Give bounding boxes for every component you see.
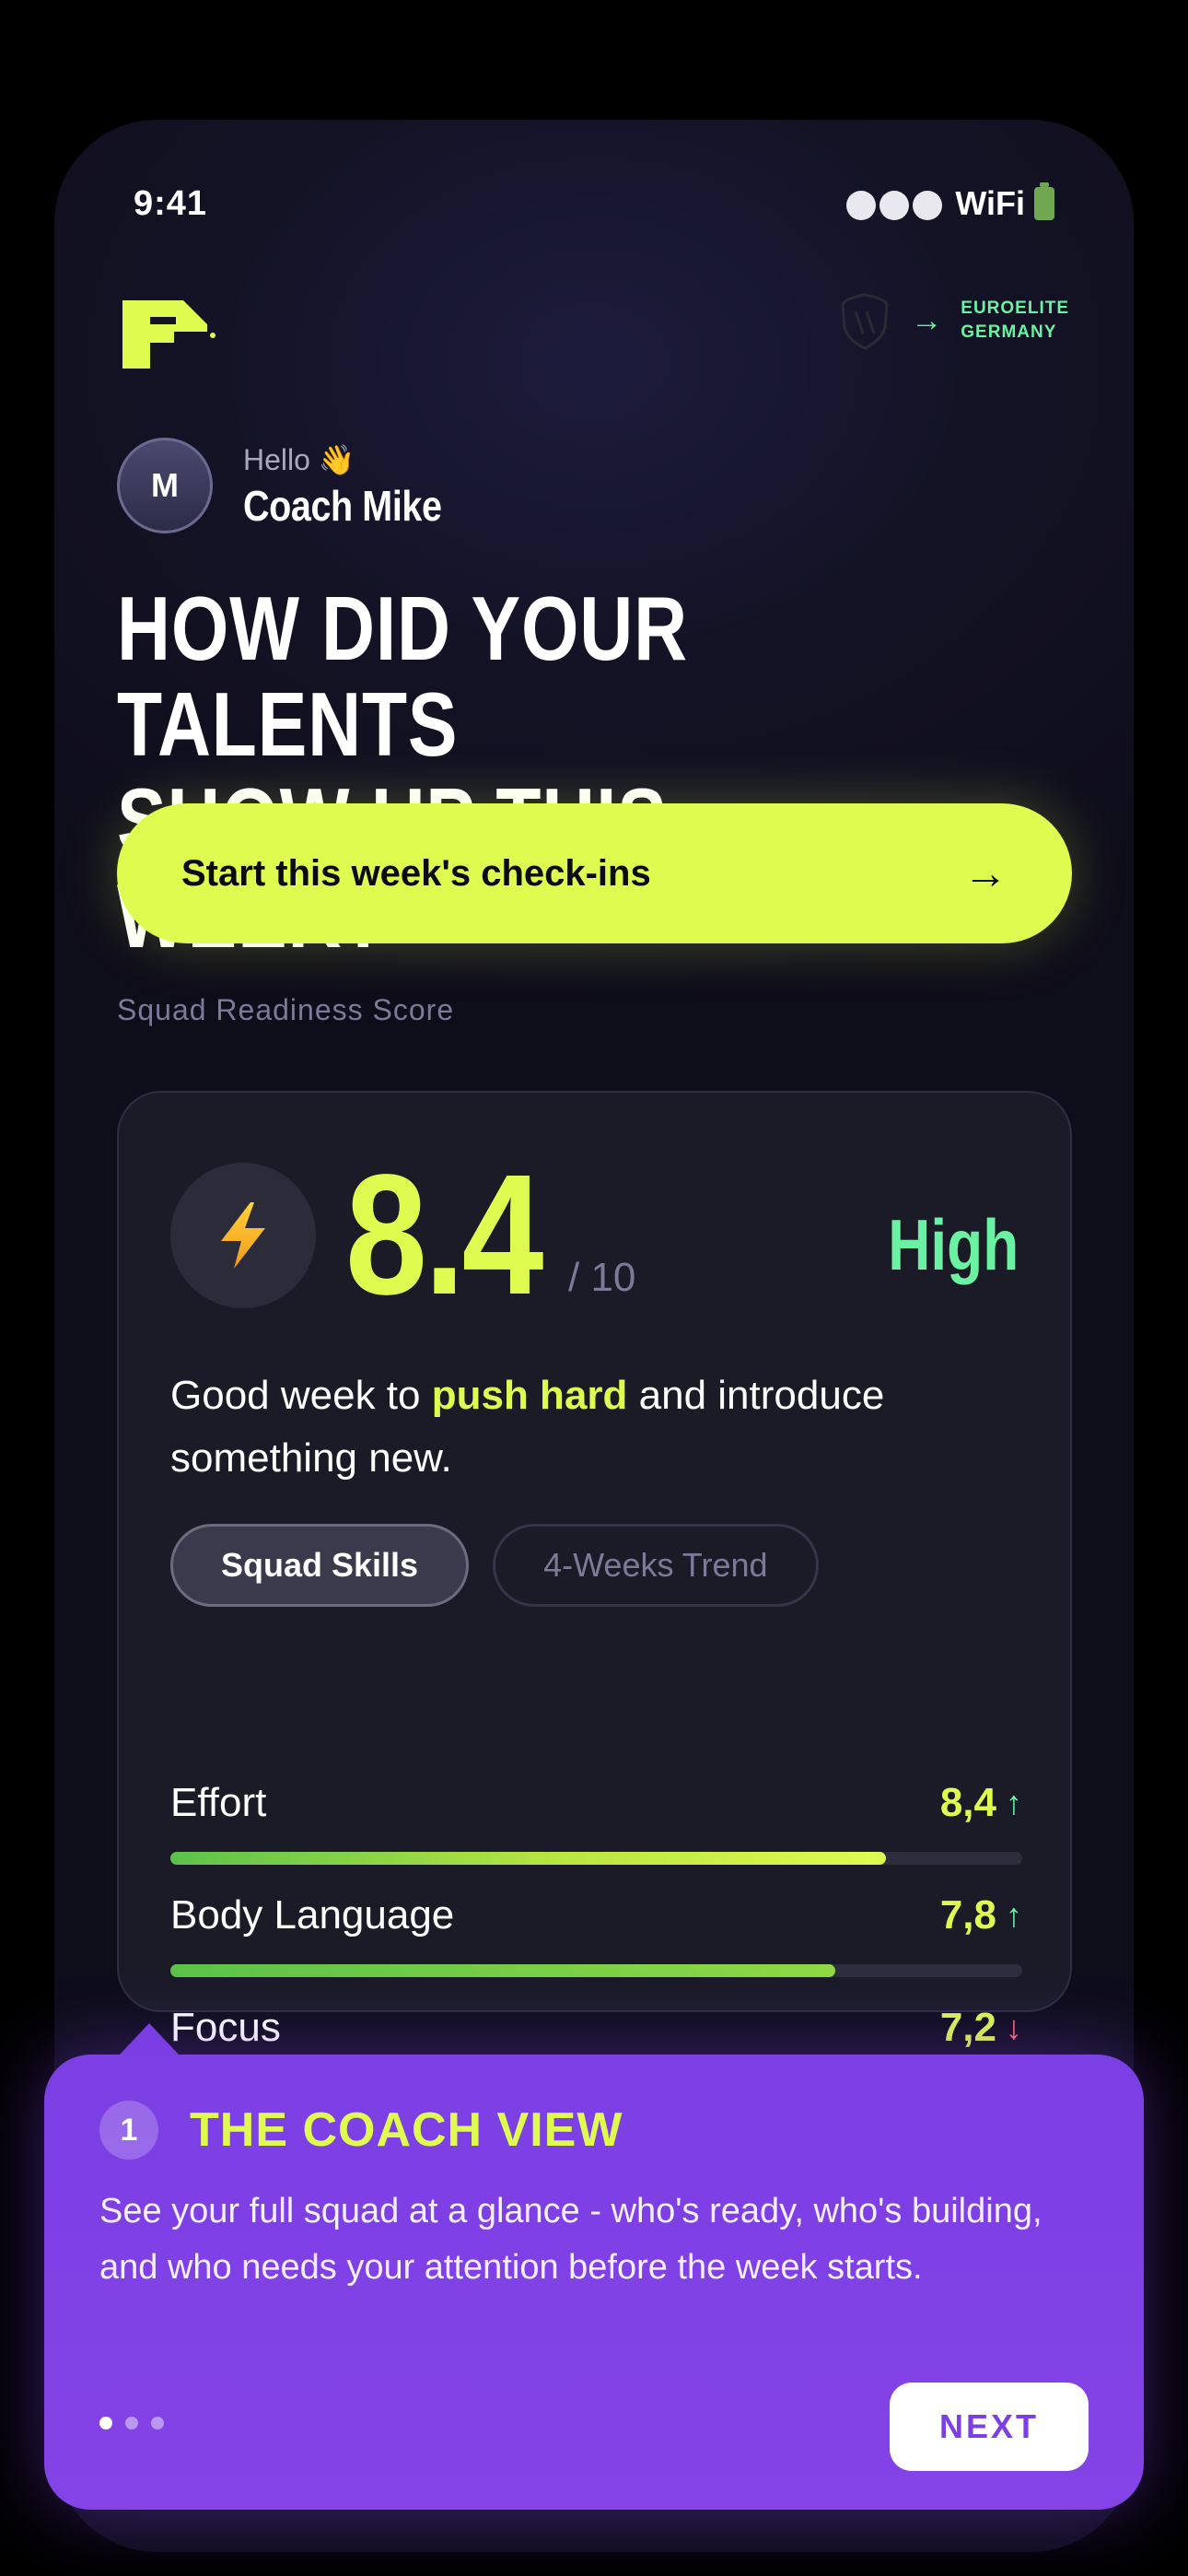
metric-bar-track	[170, 1964, 1022, 1977]
club-name-line2: GERMANY	[961, 322, 1057, 342]
arrow-right-icon: →	[963, 849, 1007, 898]
metric-score: 7,8	[939, 1892, 996, 1938]
pagination-dot[interactable]	[151, 2417, 164, 2430]
trend-up-icon: ↑	[1006, 1784, 1022, 1821]
readiness-card: 8.4 / 10 High Good week to push hard and…	[117, 1091, 1072, 2090]
signal-icon	[846, 184, 946, 223]
step-number-badge: 1	[99, 2101, 158, 2160]
tooltip-title: THE COACH VIEW	[190, 2103, 623, 2157]
onboarding-tooltip: 1 THE COACH VIEW See your full squad at …	[44, 2055, 1144, 2510]
desc-highlight: push hard	[431, 1373, 628, 1418]
metric-score: 7,2	[939, 2005, 996, 2050]
metric-bar-track	[170, 1852, 1022, 1865]
tab-4-weeks-trend[interactable]: 4-Weeks Trend	[493, 1524, 819, 1607]
metric-bar-fill	[170, 1964, 835, 1977]
network-label: WiFi	[955, 184, 1025, 222]
status-time: 9:41	[134, 184, 208, 223]
transfer-arrow-icon: →	[911, 302, 943, 338]
metric-label: Body Language	[170, 1892, 455, 1938]
avatar[interactable]: M	[117, 438, 213, 533]
club-crest-icon	[841, 293, 889, 350]
metric-value: 8,4 ↑	[940, 1780, 1022, 1826]
metric-label: Focus	[170, 2005, 281, 2050]
coach-name: Coach Mike	[243, 482, 442, 530]
metric-score: 8,4	[939, 1780, 996, 1825]
bolt-badge	[170, 1163, 316, 1308]
metric-bar-fill	[170, 1852, 886, 1865]
readiness-tabs: Squad Skills 4-Weeks Trend	[170, 1524, 819, 1607]
greeting-hello: Hello 👋	[243, 443, 355, 476]
pagination-dot[interactable]	[125, 2417, 138, 2430]
tooltip-body: See your full squad at a glance - who's …	[99, 2192, 1042, 2287]
trend-down-icon: ↓	[1006, 2008, 1022, 2046]
club-name-line1: EUROELITE	[961, 299, 1069, 318]
pagination-dots	[99, 2417, 164, 2430]
pagination-dot[interactable]	[99, 2417, 112, 2430]
readiness-level: High	[887, 1204, 1019, 1285]
club-badge: → EUROELITE GERMANY	[837, 291, 1069, 350]
metric-value: 7,8 ↑	[940, 1892, 1022, 1938]
readiness-score: 8.4	[345, 1140, 543, 1330]
battery-icon	[1034, 182, 1054, 220]
next-button[interactable]: NEXT	[890, 2383, 1089, 2471]
headline-line1: HOW DID YOUR TALENTS	[117, 578, 688, 775]
brand-logo-icon	[122, 300, 215, 369]
desc-before: Good week to	[170, 1373, 432, 1418]
start-checkins-label: Start this week's check-ins	[181, 852, 651, 894]
status-indicators: WiFi	[846, 182, 1054, 223]
metric-label: Effort	[170, 1780, 267, 1825]
club-name: EUROELITE GERMANY	[961, 297, 1069, 345]
start-checkins-button[interactable]: Start this week's check-ins →	[117, 803, 1072, 943]
lightning-bolt-icon	[221, 1202, 265, 1269]
readiness-description: Good week to push hard and introduce som…	[170, 1364, 999, 1490]
readiness-section-label: Squad Readiness Score	[117, 993, 455, 1026]
metric-value: 7,2 ↓	[940, 2005, 1022, 2051]
tab-squad-skills[interactable]: Squad Skills	[170, 1524, 470, 1607]
tooltip-pointer	[120, 2023, 179, 2055]
trend-up-icon: ↑	[1006, 1896, 1022, 1934]
readiness-score-max: / 10	[568, 1255, 636, 1300]
